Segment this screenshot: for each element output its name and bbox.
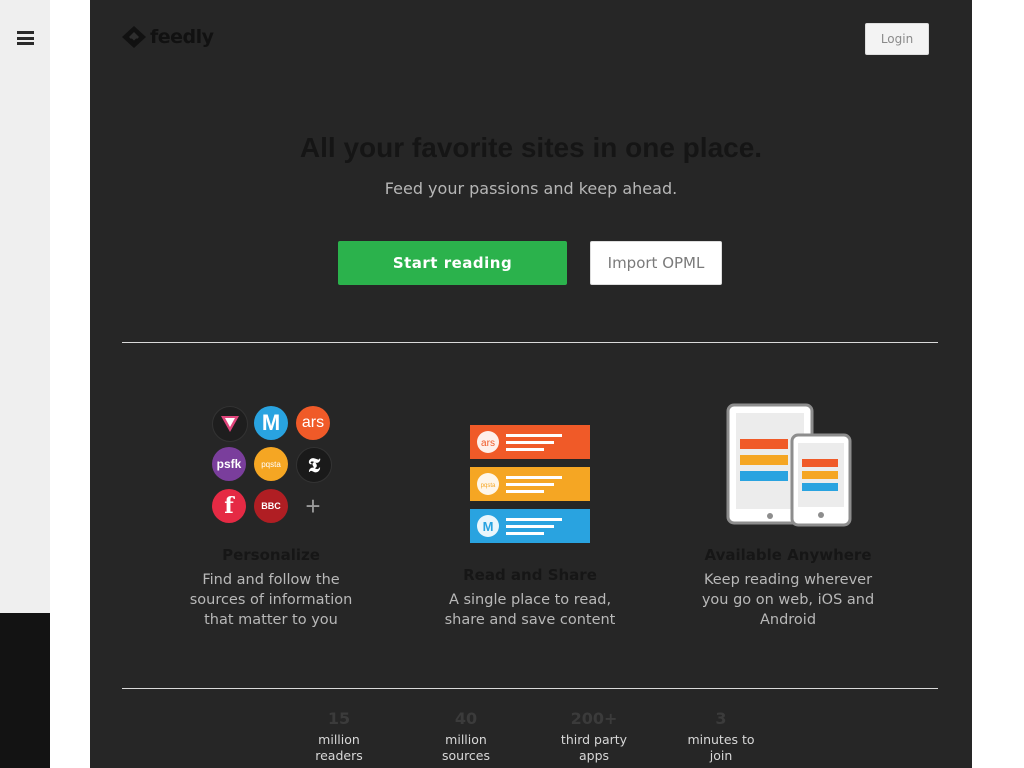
logo-text: feedly [150, 26, 214, 48]
svg-text:ars: ars [481, 438, 495, 449]
left-rail [0, 0, 50, 613]
import-opml-button[interactable]: Import OPML [590, 241, 722, 285]
start-reading-button[interactable]: Start reading [338, 241, 567, 285]
stat-label-line: million [318, 732, 360, 747]
stat-sources: 40 million sources [411, 709, 521, 764]
source-icon-f: f [212, 489, 246, 523]
stat-number: 3 [715, 709, 727, 728]
main-panel: feedly Login All your favorite sites in … [90, 0, 972, 768]
stat-apps: 200+ third party apps [539, 709, 649, 764]
feature-desc-line: A single place to read, [448, 592, 612, 608]
stat-label: minutes to join [666, 732, 776, 764]
feature-desc-line: Find and follow the [202, 572, 340, 588]
feature-desc-line: Android [759, 612, 817, 628]
page-subline: Feed your passions and keep ahead. [384, 179, 678, 198]
feature-title: Available Anywhere [704, 546, 872, 564]
read-share-illustration: ars pqsta M [470, 425, 590, 543]
stat-label-line: third party [560, 732, 628, 747]
stat-label-line: million [445, 732, 487, 747]
stat-minutes: 3 minutes to join [666, 709, 776, 764]
svg-text:pqsta: pqsta [481, 483, 496, 489]
stat-readers: 15 million readers [284, 709, 394, 764]
stat-number: 40 [454, 709, 478, 728]
stat-label-line: apps [578, 748, 610, 763]
stat-label-line: minutes to [687, 732, 755, 747]
feature-personalize: Personalize Find and follow the sources … [161, 546, 381, 630]
feature-title: Read and Share [463, 566, 597, 584]
feature-desc-line: Keep reading wherever [703, 572, 873, 588]
source-icon-ars: ars [296, 406, 330, 440]
page-headline: All your favorite sites in one place. [299, 132, 763, 163]
stat-label: million readers [284, 732, 394, 764]
feature-read-share: Read and Share A single place to read, s… [420, 566, 640, 630]
left-rail-footer [0, 613, 50, 768]
feature-desc-line: share and save content [444, 612, 616, 628]
stat-label-line: join [709, 748, 733, 763]
verge-icon [212, 406, 248, 442]
feature-title: Personalize [222, 546, 320, 564]
feature-desc: Keep reading wherever you go on web, iOS… [678, 570, 898, 630]
stat-label: third party apps [539, 732, 649, 764]
source-icon-pqsta: pqsta [254, 447, 288, 481]
divider [122, 342, 938, 343]
divider [122, 688, 938, 689]
feedly-logo[interactable]: feedly [122, 26, 214, 48]
stat-number: 15 [327, 709, 351, 728]
feature-desc: A single place to read, share and save c… [420, 590, 640, 630]
feature-desc-line: that matter to you [204, 612, 338, 628]
login-button[interactable]: Login [865, 23, 929, 55]
source-icon-bbc: BBC [254, 489, 288, 523]
source-icon-m: M [254, 406, 288, 440]
feature-desc-line: sources of information [189, 592, 353, 608]
stat-label-line: readers [315, 748, 363, 763]
menu-icon[interactable] [17, 31, 34, 45]
stat-label-line: sources [441, 748, 491, 763]
source-icon-nyt: 𝕿 [296, 447, 332, 483]
feature-available-anywhere: Available Anywhere Keep reading wherever… [678, 546, 898, 630]
devices-illustration [726, 403, 852, 527]
source-icon-psfk: psfk [212, 447, 246, 481]
stat-label: million sources [411, 732, 521, 764]
add-source-icon: + [305, 490, 321, 521]
feature-desc-line: you go on web, iOS and [701, 592, 875, 608]
stat-number: 200+ [570, 709, 618, 728]
svg-text:M: M [483, 519, 494, 534]
feature-desc: Find and follow the sources of informati… [161, 570, 381, 630]
feedly-logo-icon [122, 26, 146, 48]
